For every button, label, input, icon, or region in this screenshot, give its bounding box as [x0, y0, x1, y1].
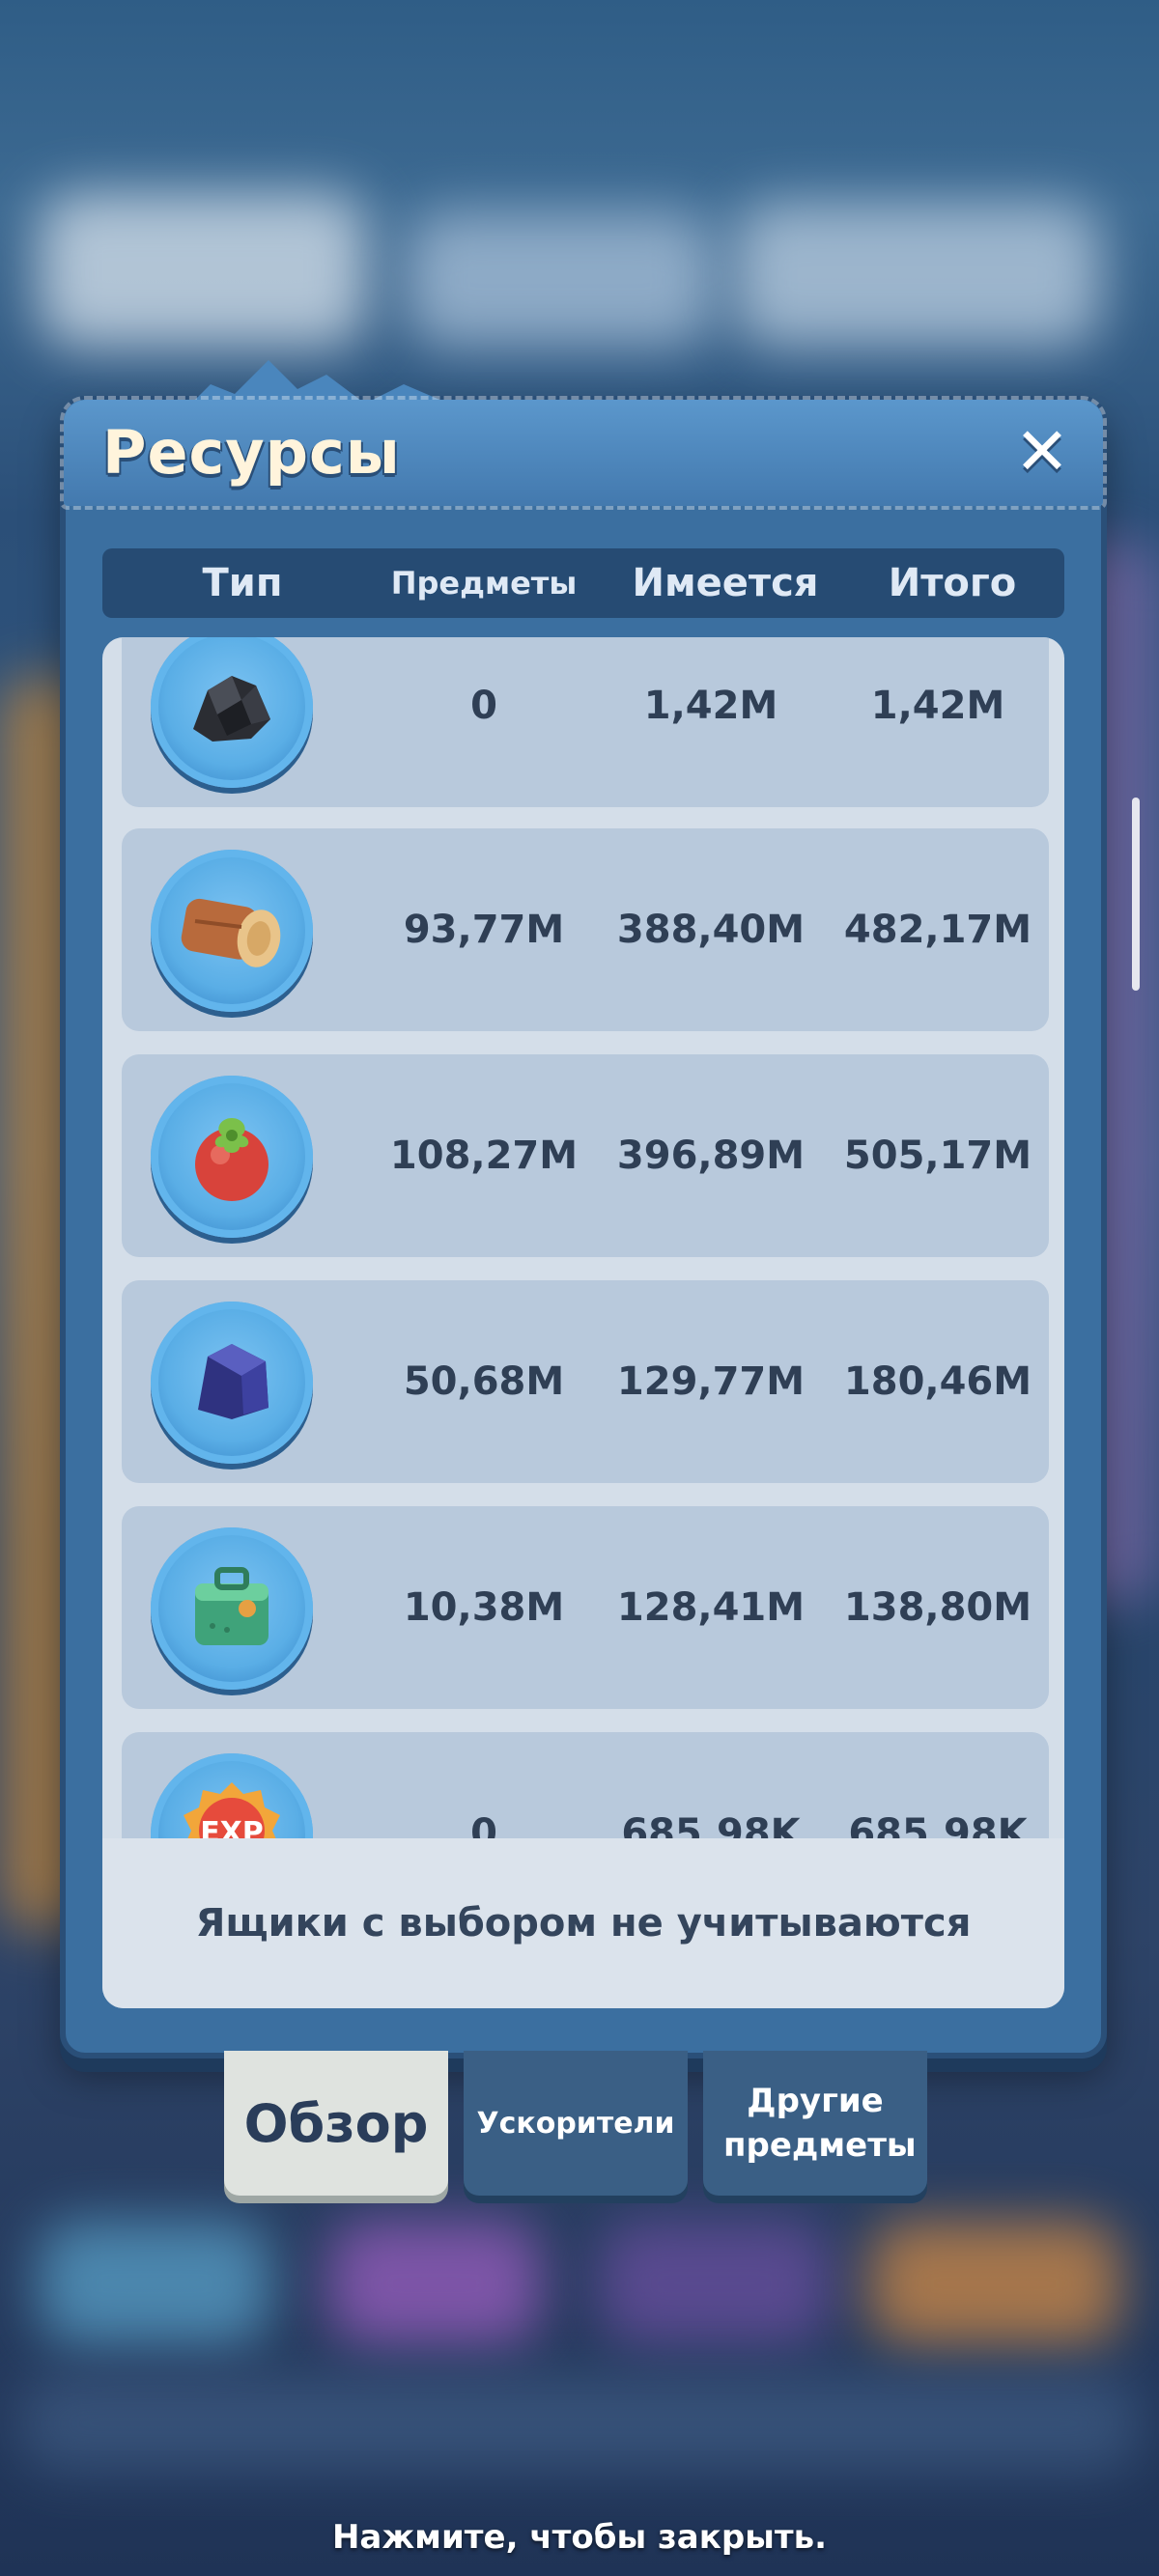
exp-badge-icon: EXP [151, 1753, 313, 1838]
have-value: 1,42M [643, 684, 778, 728]
fruit-food-icon [151, 1076, 313, 1238]
have-value: 685,98K [621, 1811, 801, 1838]
column-have: Имеется [632, 561, 819, 605]
total-value: 180,46M [843, 1359, 1032, 1404]
resource-list[interactable]: 0 1,42M 1,42M 93,77M 388,40M 482,17M 108… [102, 637, 1064, 2008]
resource-list-scroll[interactable]: 0 1,42M 1,42M 93,77M 388,40M 482,17M 108… [102, 637, 1064, 1838]
close-button[interactable]: ✕ [1010, 414, 1074, 490]
column-items: Предметы [390, 565, 578, 602]
coal-icon [151, 637, 313, 788]
resources-panel: Ресурсы ✕ Тип Предметы Имеется Итого 0 1… [60, 360, 1107, 2058]
background-blur [406, 212, 715, 348]
background-blur [599, 2221, 831, 2346]
table-row: 93,77M 388,40M 482,17M [122, 828, 1049, 1031]
total-value: 505,17M [843, 1134, 1032, 1178]
items-value: 10,38M [403, 1585, 565, 1630]
have-value: 388,40M [616, 908, 806, 952]
items-value: 50,68M [403, 1359, 565, 1404]
have-value: 129,77M [616, 1359, 806, 1404]
supply-case-icon [151, 1527, 313, 1690]
background-blur [869, 2221, 1120, 2346]
items-value: 108,27M [389, 1134, 579, 1178]
background-blur [39, 2221, 270, 2346]
table-row: 108,27M 396,89M 505,17M [122, 1054, 1049, 1257]
items-value: 0 [470, 684, 497, 728]
background-blur [39, 193, 367, 348]
background-blur [734, 203, 1101, 348]
tap-to-close-hint[interactable]: Нажмите, чтобы закрыть. [0, 2518, 1159, 2557]
panel-header: Ресурсы ✕ [60, 396, 1107, 510]
total-value: 138,80M [843, 1585, 1032, 1630]
table-header: Тип Предметы Имеется Итого [102, 548, 1064, 618]
have-value: 128,41M [616, 1585, 806, 1630]
items-value: 0 [470, 1811, 497, 1838]
column-total: Итого [888, 561, 1017, 605]
exp-badge-text: EXP [200, 1816, 264, 1838]
table-row: 50,68M 129,77M 180,46M [122, 1280, 1049, 1483]
table-row: 0 1,42M 1,42M [122, 637, 1049, 807]
background-blur [19, 2375, 1140, 2472]
close-icon: ✕ [1014, 414, 1070, 490]
tab-other-items-label: Другие предметы [723, 2082, 917, 2165]
column-type: Тип [202, 561, 283, 605]
tab-boosters[interactable]: Ускорители [464, 2051, 688, 2196]
scrollbar[interactable] [1132, 798, 1140, 991]
background-blur [328, 2221, 541, 2346]
panel-title: Ресурсы [102, 417, 401, 488]
table-row: EXP 0 685,98K 685,98K [122, 1732, 1049, 1838]
stone-ore-icon [151, 1302, 313, 1464]
have-value: 396,89M [616, 1134, 806, 1178]
tab-overview[interactable]: Обзор [224, 2051, 448, 2196]
total-value: 685,98K [848, 1811, 1028, 1838]
total-value: 1,42M [870, 684, 1005, 728]
wood-log-icon [151, 850, 313, 1012]
total-value: 482,17M [843, 908, 1032, 952]
footer-note: Ящики с выбором не учитываются [102, 1838, 1064, 2008]
items-value: 93,77M [403, 908, 565, 952]
tab-other-items[interactable]: Другие предметы [703, 2051, 927, 2196]
table-row: 10,38M 128,41M 138,80M [122, 1506, 1049, 1709]
